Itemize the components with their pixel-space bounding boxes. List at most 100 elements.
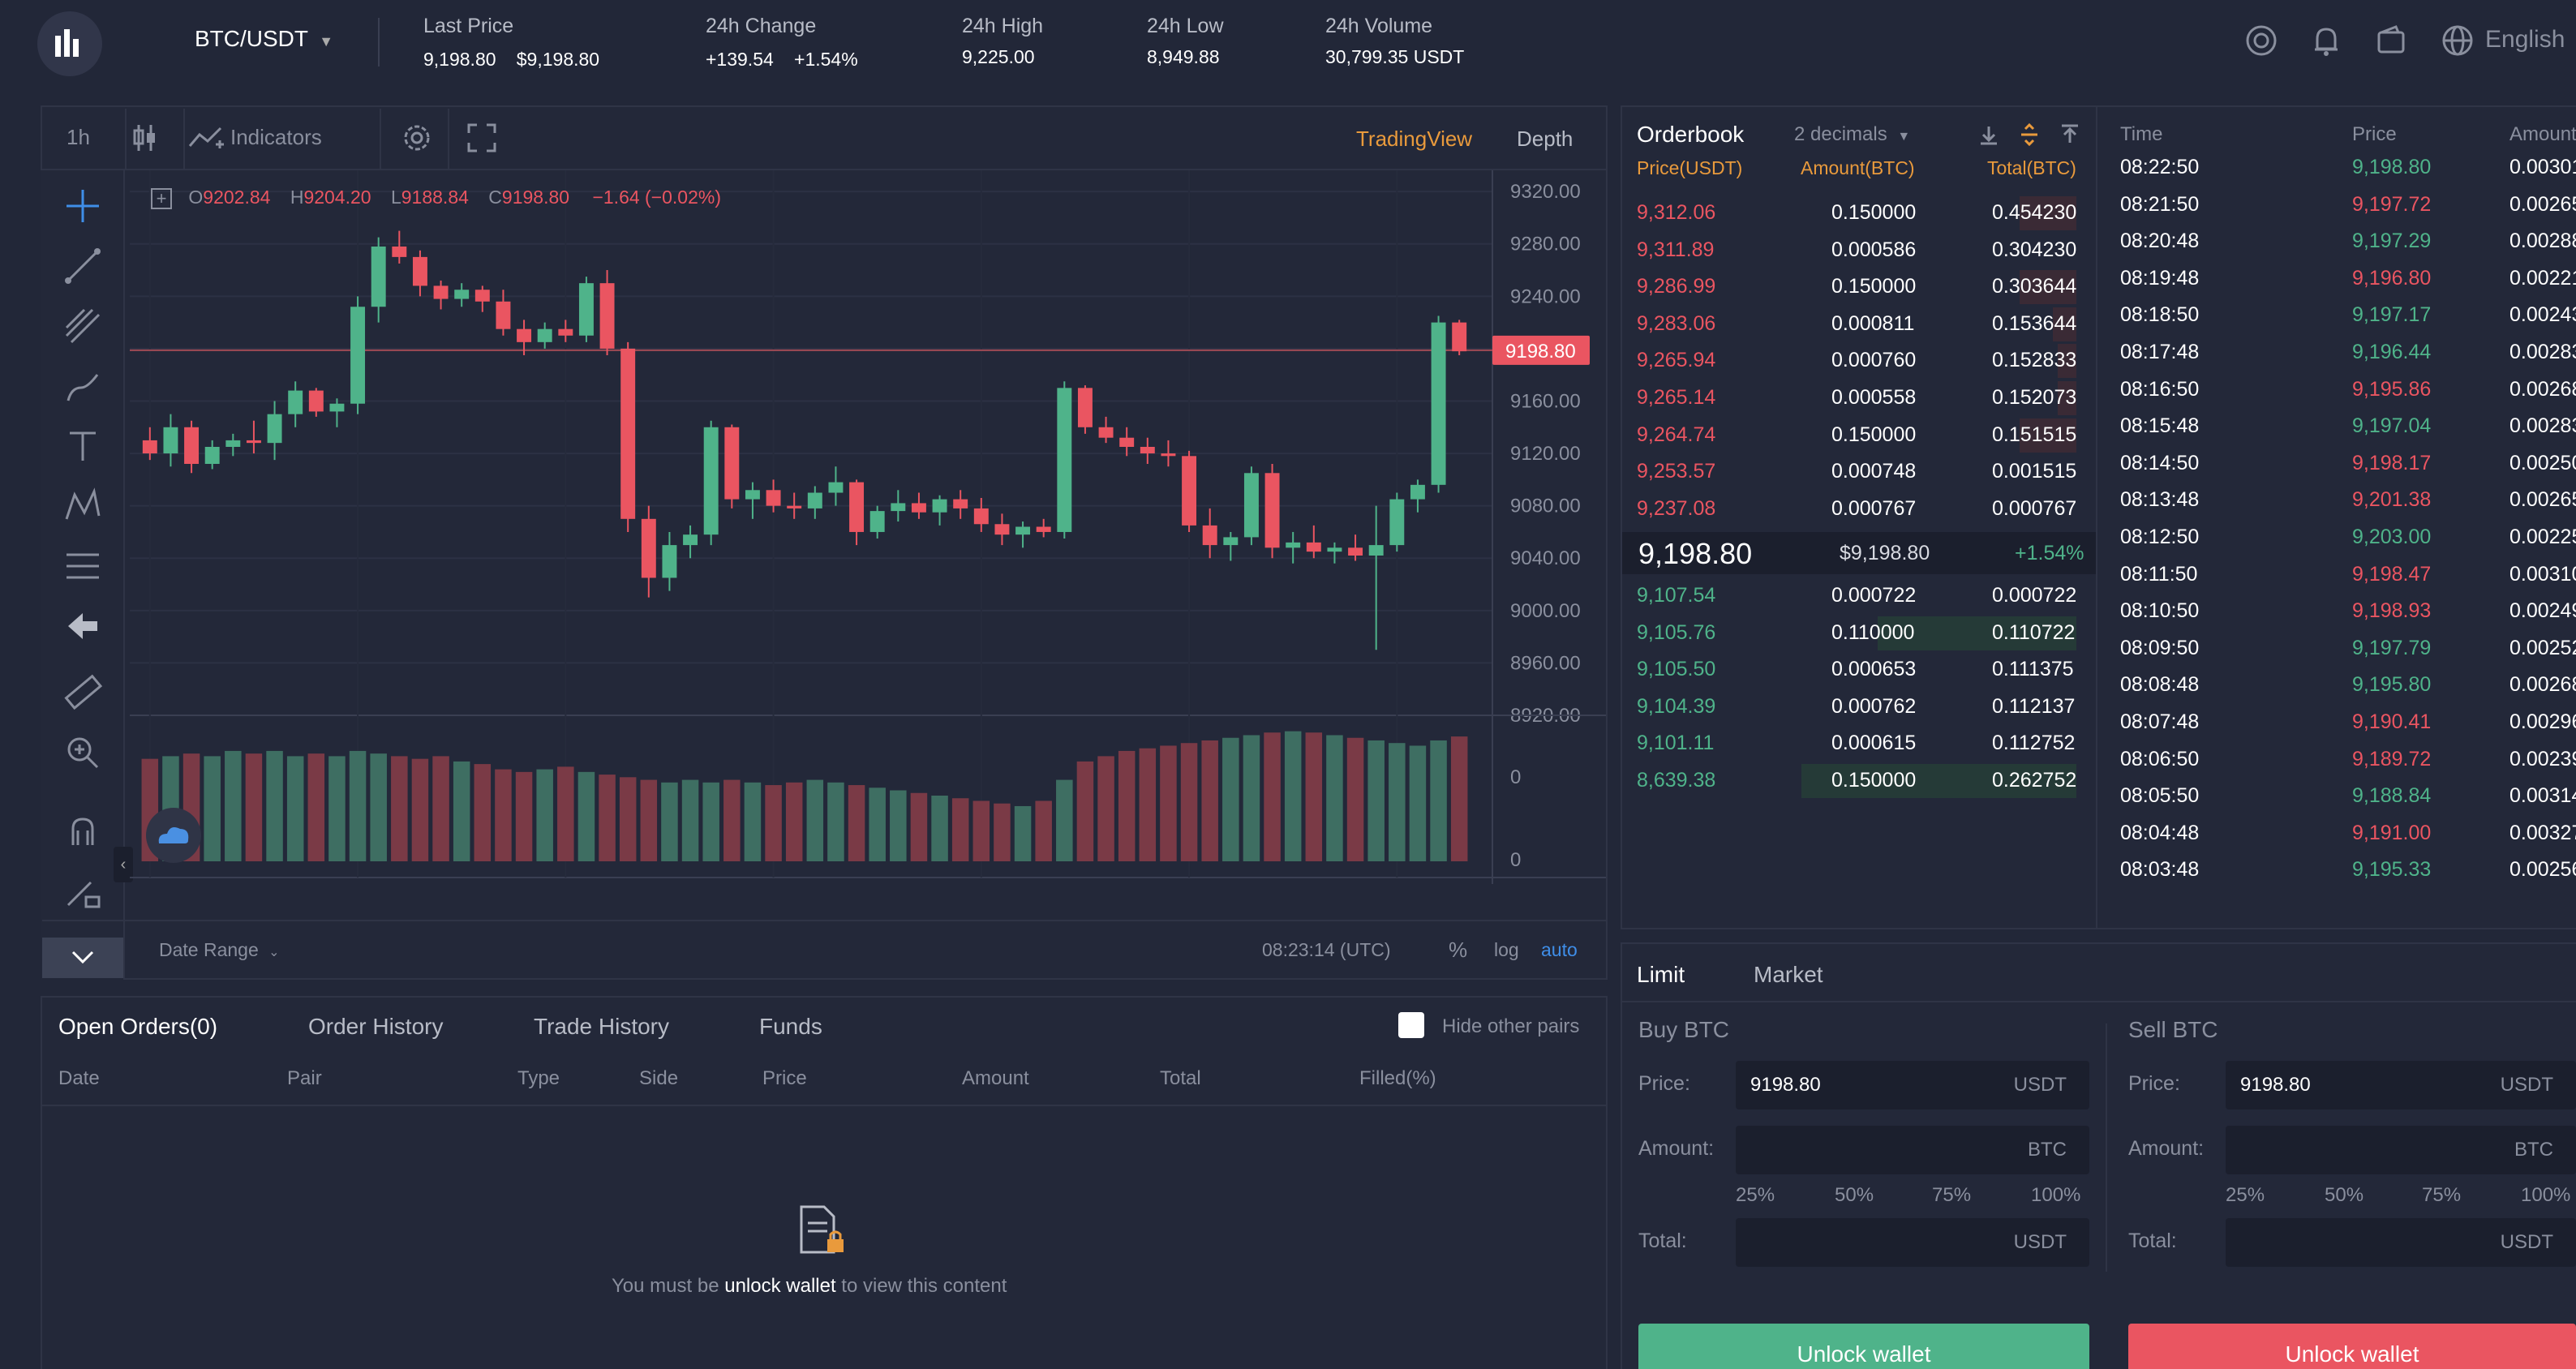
depth-tab[interactable]: Depth — [1517, 127, 1573, 152]
zoom-in-icon[interactable] — [60, 730, 105, 775]
pair-selector[interactable]: BTC/USDT ▼ — [195, 26, 333, 52]
price-tick-label: 9000.00 — [1510, 600, 1581, 622]
bell-icon[interactable] — [2308, 23, 2344, 64]
tradingview-tab[interactable]: TradingView — [1356, 127, 1472, 152]
candle-body — [1182, 456, 1197, 526]
trade-amount: 0.002259 — [2509, 526, 2576, 548]
bid-row[interactable]: 9,101.11 0.000615 0.112752 — [1622, 725, 2076, 762]
tab-market[interactable]: Market — [1754, 962, 1823, 988]
tab-order-history[interactable]: Order History — [308, 1014, 443, 1040]
ask-row[interactable]: 9,253.57 0.000748 0.001515 — [1622, 453, 2076, 491]
buy-pct-50[interactable]: 50% — [1835, 1184, 1874, 1207]
fullscreen-icon[interactable] — [466, 122, 498, 160]
tab-open-orders[interactable]: Open Orders(0) — [58, 1014, 217, 1040]
candle-body — [1264, 473, 1280, 548]
add-indicator-icon[interactable]: + — [151, 187, 172, 209]
bid-row[interactable]: 8,639.38 0.150000 0.262752 — [1622, 762, 2076, 800]
sell-amount-input[interactable]: BTC — [2226, 1126, 2576, 1174]
globe-icon[interactable] — [2440, 23, 2475, 64]
trade-time: 08:13:48 — [2120, 488, 2200, 512]
date-range-button[interactable]: Date Range ⌄ — [159, 939, 280, 961]
sell-pct-75[interactable]: 75% — [2422, 1184, 2461, 1207]
ask-row[interactable]: 9,264.74 0.150000 0.151515 — [1622, 417, 2076, 454]
magnet-icon[interactable] — [60, 809, 105, 855]
bid-row[interactable]: 9,105.76 0.110000 0.110722 — [1622, 615, 2076, 652]
arrow-left-icon[interactable] — [60, 603, 105, 649]
wallet-icon[interactable] — [2373, 23, 2409, 64]
tab-trade-history[interactable]: Trade History — [534, 1014, 669, 1040]
price-chart[interactable]: 9320.009280.009240.009200.009160.009120.… — [130, 170, 1606, 884]
logo[interactable] — [37, 11, 102, 76]
buy-title: Buy BTC — [1638, 1017, 1730, 1042]
ruler-icon[interactable] — [60, 670, 105, 715]
sell-total-input[interactable]: USDT — [2226, 1218, 2576, 1267]
unlock-wallet-link[interactable]: unlock wallet — [724, 1275, 835, 1297]
volume-bar — [599, 775, 616, 861]
tab-limit[interactable]: Limit — [1637, 962, 1685, 988]
candle-body — [1286, 542, 1301, 548]
ask-amount: 0.000586 — [1831, 238, 1917, 261]
log-scale-button[interactable]: log — [1494, 939, 1519, 961]
buy-pct-75[interactable]: 75% — [1932, 1184, 1971, 1207]
price-tick-label: 9120.00 — [1510, 443, 1581, 465]
trend-line-icon[interactable] — [60, 243, 105, 289]
orderbook-bids-view-icon[interactable] — [1976, 122, 2002, 153]
text-tool-icon[interactable] — [60, 423, 105, 469]
volume-bar — [370, 753, 387, 861]
buy-pct-100[interactable]: 100% — [2031, 1184, 2080, 1207]
brush-icon[interactable] — [60, 363, 105, 409]
pitchfork-icon[interactable] — [60, 303, 105, 349]
buy-amount-input[interactable]: BTC — [1736, 1126, 2089, 1174]
ask-row[interactable]: 9,265.94 0.000760 0.152833 — [1622, 342, 2076, 380]
percent-scale-button[interactable]: % — [1449, 938, 1467, 963]
ask-row[interactable]: 9,286.99 0.150000 0.303644 — [1622, 268, 2076, 306]
tradingview-logo[interactable] — [146, 808, 201, 863]
volume-bar — [1409, 745, 1427, 861]
stat-24h-change: 24h Change +139.54 +1.54% — [706, 15, 858, 71]
trade-row: 08:21:50 9,197.72 0.002658 — [2097, 187, 2576, 224]
buy-pct-25[interactable]: 25% — [1736, 1184, 1775, 1207]
auto-scale-button[interactable]: auto — [1541, 939, 1578, 961]
pattern-icon[interactable] — [60, 483, 105, 529]
gear-icon[interactable] — [401, 122, 433, 160]
bid-row[interactable]: 9,104.39 0.000762 0.112137 — [1622, 689, 2076, 726]
sell-price-input[interactable]: 9198.80 USDT — [2226, 1061, 2576, 1109]
ask-row[interactable]: 9,265.14 0.000558 0.152073 — [1622, 380, 2076, 417]
ask-row[interactable]: 9,312.06 0.150000 0.454230 — [1622, 195, 2076, 232]
stat-24h-volume: 24h Volume 30,799.35 USDT — [1325, 15, 1464, 68]
support-icon[interactable] — [2243, 23, 2279, 64]
sell-pct-50[interactable]: 50% — [2325, 1184, 2363, 1207]
tab-funds[interactable]: Funds — [759, 1014, 822, 1040]
volume-bar — [474, 764, 492, 861]
orderbook-asks-view-icon[interactable] — [2057, 122, 2083, 153]
language-selector[interactable]: English — [2485, 26, 2565, 54]
ask-price: 9,237.08 — [1637, 496, 1716, 520]
trade-price: 9,203.00 — [2352, 526, 2432, 548]
lock-drawing-icon[interactable] — [60, 869, 105, 915]
bid-price: 9,105.76 — [1637, 620, 1716, 644]
fib-icon[interactable] — [60, 543, 105, 589]
sell-pct-25[interactable]: 25% — [2226, 1184, 2265, 1207]
ask-row[interactable]: 9,237.08 0.000767 0.000767 — [1622, 491, 2076, 528]
buy-total-input[interactable]: USDT — [1736, 1218, 2089, 1267]
col-side: Side — [639, 1067, 679, 1089]
crosshair-icon[interactable] — [60, 183, 105, 229]
bid-row[interactable]: 9,107.54 0.000722 0.000722 — [1622, 577, 2076, 615]
indicators-button[interactable]: Indicators — [230, 125, 322, 150]
interval-button[interactable]: 1h — [67, 125, 90, 150]
sell-unlock-wallet-button[interactable]: Unlock wallet — [2128, 1324, 2576, 1369]
indicators-icon[interactable] — [187, 122, 225, 160]
sell-pct-100[interactable]: 100% — [2521, 1184, 2570, 1207]
buy-unlock-wallet-button[interactable]: Unlock wallet — [1638, 1324, 2089, 1369]
decimals-selector[interactable]: 2 decimals ▼ — [1794, 123, 1910, 146]
candle-body — [1140, 447, 1155, 454]
trade-time: 08:06:50 — [2120, 747, 2200, 770]
stat-label: 24h Volume — [1325, 15, 1433, 37]
ask-row[interactable]: 9,311.89 0.000586 0.304230 — [1622, 232, 2076, 269]
bid-row[interactable]: 9,105.50 0.000653 0.111375 — [1622, 651, 2076, 689]
candle-style-icon[interactable] — [128, 122, 161, 160]
orderbook-both-view-icon[interactable] — [2016, 122, 2042, 153]
ask-row[interactable]: 9,283.06 0.000811 0.153644 — [1622, 306, 2076, 343]
hide-other-pairs-checkbox[interactable] — [1398, 1012, 1424, 1038]
buy-price-input[interactable]: 9198.80 USDT — [1736, 1061, 2089, 1109]
